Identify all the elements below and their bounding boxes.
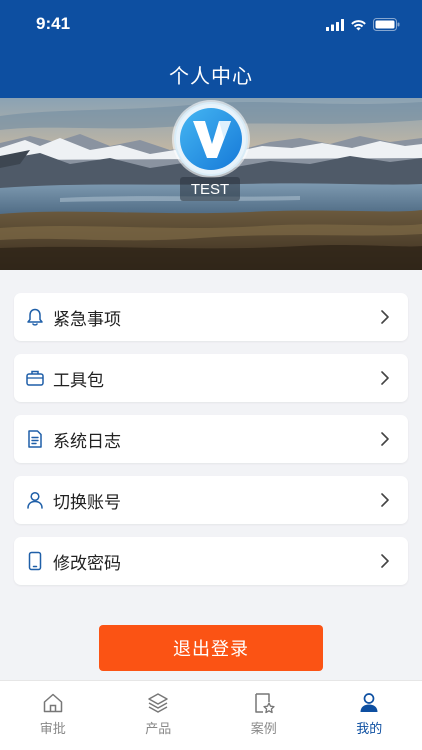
bell-icon bbox=[24, 306, 46, 328]
menu-item-label: 修改密码 bbox=[53, 553, 121, 574]
chevron-right-icon bbox=[380, 552, 394, 570]
menu-item-label: 紧急事项 bbox=[53, 309, 121, 330]
bottom-tab-bar: 审批 产品 案例 我的 bbox=[0, 680, 422, 750]
chevron-right-icon bbox=[380, 369, 394, 387]
chevron-right-icon bbox=[380, 430, 394, 448]
tab-cases[interactable]: 案例 bbox=[211, 681, 317, 750]
username-label: TEST bbox=[180, 177, 240, 201]
battery-icon bbox=[373, 16, 400, 35]
user-icon bbox=[24, 489, 46, 511]
star-document-icon bbox=[252, 691, 276, 715]
status-time: 9:41 bbox=[36, 14, 71, 33]
layers-icon bbox=[146, 691, 170, 715]
tab-label: 审批 bbox=[39, 722, 66, 737]
logout-button[interactable]: 退出登录 bbox=[99, 625, 323, 671]
tab-label: 我的 bbox=[356, 722, 383, 737]
nav-bar: 个人中心 bbox=[0, 50, 422, 98]
home-icon bbox=[41, 691, 65, 715]
menu-item-change-password[interactable]: 修改密码 bbox=[14, 537, 408, 585]
page-title: 个人中心 bbox=[169, 63, 253, 88]
chevron-right-icon bbox=[380, 308, 394, 326]
phone-icon bbox=[24, 550, 46, 572]
cellular-signal-icon bbox=[326, 16, 344, 35]
menu-item-urgent-matters[interactable]: 紧急事项 bbox=[14, 293, 408, 341]
tab-approval[interactable]: 审批 bbox=[0, 681, 106, 750]
menu-item-label: 工具包 bbox=[53, 370, 104, 391]
tab-label: 案例 bbox=[250, 722, 277, 737]
avatar[interactable] bbox=[174, 102, 248, 176]
settings-menu: 紧急事项 工具包 系统日志 切换账号 修改密码 bbox=[14, 293, 408, 598]
status-bar: 9:41 bbox=[0, 0, 422, 50]
tab-mine[interactable]: 我的 bbox=[317, 681, 422, 750]
wifi-icon bbox=[350, 16, 367, 35]
user-icon bbox=[357, 691, 381, 715]
menu-item-system-log[interactable]: 系统日志 bbox=[14, 415, 408, 463]
chevron-right-icon bbox=[380, 491, 394, 509]
menu-item-toolkit[interactable]: 工具包 bbox=[14, 354, 408, 402]
app-logo-icon bbox=[176, 104, 246, 174]
document-icon bbox=[24, 428, 46, 450]
briefcase-icon bbox=[24, 367, 46, 389]
status-icons bbox=[326, 16, 400, 35]
menu-item-label: 系统日志 bbox=[53, 431, 121, 452]
tab-products[interactable]: 产品 bbox=[106, 681, 212, 750]
menu-item-label: 切换账号 bbox=[53, 492, 121, 513]
tab-label: 产品 bbox=[145, 722, 172, 737]
menu-item-switch-account[interactable]: 切换账号 bbox=[14, 476, 408, 524]
